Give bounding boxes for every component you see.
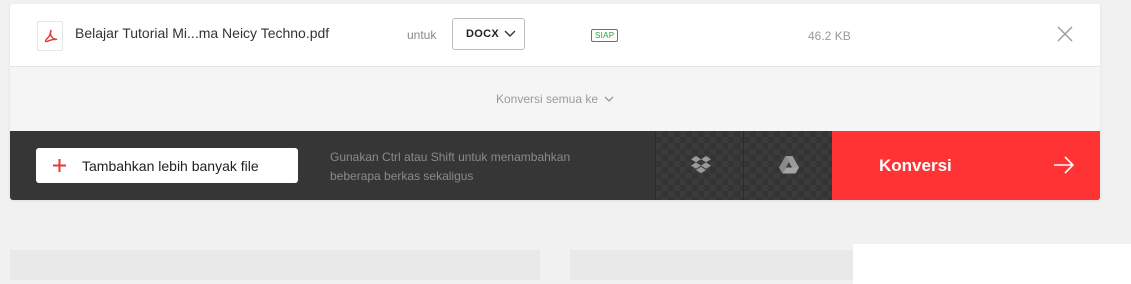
convert-all-row: Konversi semua ke [10, 67, 1100, 131]
pdf-icon [37, 21, 63, 51]
chevron-down-icon [504, 30, 516, 37]
status-badge: SIAP [591, 29, 619, 42]
convert-button[interactable]: Konversi [832, 131, 1100, 200]
add-more-files-button[interactable]: Tambahkan lebih banyak file [36, 148, 298, 183]
file-name: Belajar Tutorial Mi...ma Neicy Techno.pd… [75, 25, 330, 41]
hint-line: beberapa berkas sekaligus [330, 169, 474, 183]
google-drive-button[interactable] [743, 131, 832, 200]
convert-all-dropdown[interactable]: Konversi semua ke [496, 92, 614, 106]
convert-label: Konversi [879, 156, 952, 175]
lower-panel-right [853, 244, 1131, 284]
lower-panel-left [10, 250, 540, 280]
close-icon [1057, 26, 1073, 42]
remove-file-button[interactable] [1057, 26, 1077, 46]
file-size: 46.2 KB [808, 29, 851, 43]
convert-all-label: Konversi semua ke [495, 92, 599, 106]
action-bar: Tambahkan lebih banyak file Gunakan Ctrl… [10, 131, 1100, 200]
hint-line: Gunakan Ctrl atau Shift untuk menambahka… [330, 150, 571, 164]
multi-select-hint: Gunakan Ctrl atau Shift untuk menambahka… [330, 148, 630, 186]
dropbox-button[interactable] [655, 131, 744, 200]
target-format-label: untuk [407, 28, 437, 42]
chevron-down-icon [604, 96, 614, 103]
conversion-panel: Belajar Tutorial Mi...ma Neicy Techno.pd… [10, 4, 1100, 200]
target-format-value: DOCX [466, 28, 499, 40]
google-drive-icon [779, 156, 799, 174]
dropbox-icon [691, 156, 711, 174]
target-format-select[interactable]: DOCX [452, 18, 525, 50]
file-row: Belajar Tutorial Mi...ma Neicy Techno.pd… [10, 4, 1100, 67]
add-more-files-label: Tambahkan lebih banyak file [82, 158, 259, 174]
arrow-right-icon [1054, 156, 1075, 174]
plus-icon [53, 159, 66, 172]
